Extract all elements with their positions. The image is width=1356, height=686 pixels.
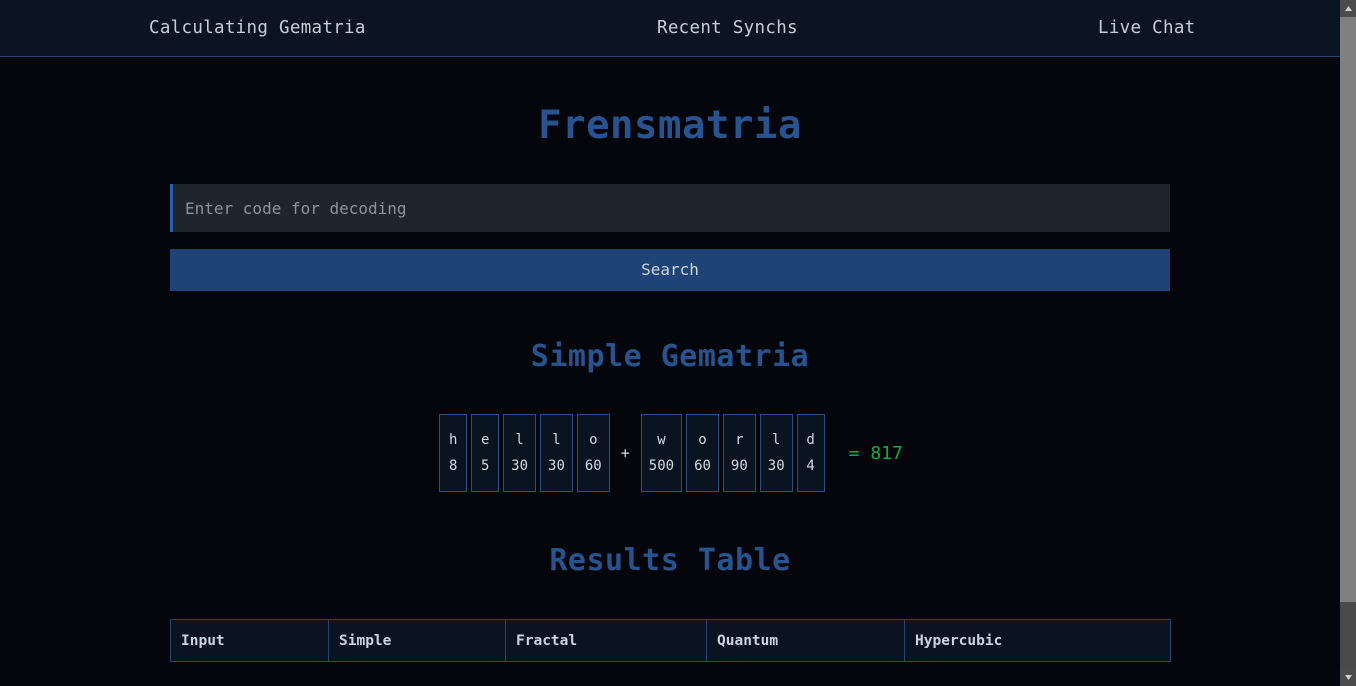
column-header-input[interactable]: Input [170, 619, 329, 662]
letter-value: 30 [767, 458, 785, 474]
search-input[interactable] [170, 184, 1170, 232]
search-button[interactable]: Search [170, 249, 1170, 291]
letter-tile: d 4 [796, 414, 825, 492]
letter-value: 8 [448, 458, 458, 474]
letter-char: e [480, 432, 490, 448]
scroll-down-arrow-icon [1344, 675, 1352, 680]
page-title: Frensmatria [538, 103, 802, 148]
letter-char: o [698, 432, 707, 448]
letter-char: o [589, 432, 598, 448]
letter-value: 30 [548, 458, 565, 474]
nav-link-live-chat[interactable]: Live Chat [1098, 18, 1196, 38]
results-table-head: Input Simple Fractal Quantum Hypercubic [170, 619, 1171, 662]
column-header-fractal[interactable]: Fractal [505, 619, 707, 662]
results-table-heading: Results Table [549, 543, 791, 578]
letter-value: 4 [806, 458, 815, 474]
gematria-word-group-1: h 8 e 5 l 30 l 30 o 60 [437, 414, 612, 492]
gematria-word-group-2: w 500 o 60 r 90 l 30 d 4 [639, 414, 827, 492]
main-content: Frensmatria Search Simple Gematria h 8 e… [0, 57, 1340, 686]
scroll-up-button[interactable] [1340, 0, 1356, 17]
letter-value: 5 [480, 458, 490, 474]
letter-tile: w 500 [640, 414, 683, 492]
column-header-quantum[interactable]: Quantum [706, 619, 905, 662]
nav-link-calculating-gematria[interactable]: Calculating Gematria [149, 18, 366, 38]
browser-viewport: Calculating Gematria Recent Synchs Live … [0, 0, 1340, 686]
letter-tile: l 30 [503, 414, 537, 492]
letter-tile: l 30 [540, 414, 573, 492]
page-scrollbar[interactable] [1340, 0, 1356, 686]
gematria-breakdown: h 8 e 5 l 30 l 30 o 60 + w 500 o 60 r 90… [170, 414, 1170, 492]
nav-link-recent-synchs[interactable]: Recent Synchs [657, 18, 798, 38]
scroll-up-arrow-icon [1344, 6, 1352, 11]
scrollbar-track-lower[interactable] [1340, 602, 1356, 669]
results-table: Input Simple Fractal Quantum Hypercubic [170, 619, 1171, 662]
letter-value: 60 [584, 458, 602, 474]
letter-tile: o 60 [576, 414, 610, 492]
letter-char: l [771, 432, 781, 448]
letter-tile: e 5 [471, 414, 500, 492]
top-navigation-bar: Calculating Gematria Recent Synchs Live … [0, 0, 1340, 57]
plus-operator: + [620, 444, 630, 462]
letter-value: 30 [511, 458, 529, 474]
letter-char: d [806, 432, 815, 448]
table-header-row: Input Simple Fractal Quantum Hypercubic [170, 619, 1171, 662]
content-container: Frensmatria Search Simple Gematria h 8 e… [170, 57, 1171, 686]
letter-value: 500 [648, 458, 675, 474]
scrollbar-thumb[interactable] [1340, 17, 1356, 602]
column-header-hypercubic[interactable]: Hypercubic [904, 619, 1171, 662]
column-header-simple[interactable]: Simple [328, 619, 506, 662]
gematria-total: = 817 [848, 442, 903, 464]
letter-char: r [735, 432, 744, 448]
letter-char: l [515, 432, 524, 448]
letter-tile: h 8 [439, 414, 468, 492]
simple-gematria-heading: Simple Gematria [530, 339, 810, 374]
letter-value: 90 [730, 458, 748, 474]
letter-char: w [657, 432, 666, 448]
letter-value: 60 [694, 458, 711, 474]
letter-tile: l 30 [759, 414, 793, 492]
scroll-down-button[interactable] [1340, 669, 1356, 686]
letter-char: h [448, 432, 458, 448]
letter-char: l [552, 432, 561, 448]
letter-tile: r 90 [722, 414, 756, 492]
letter-tile: o 60 [686, 414, 719, 492]
